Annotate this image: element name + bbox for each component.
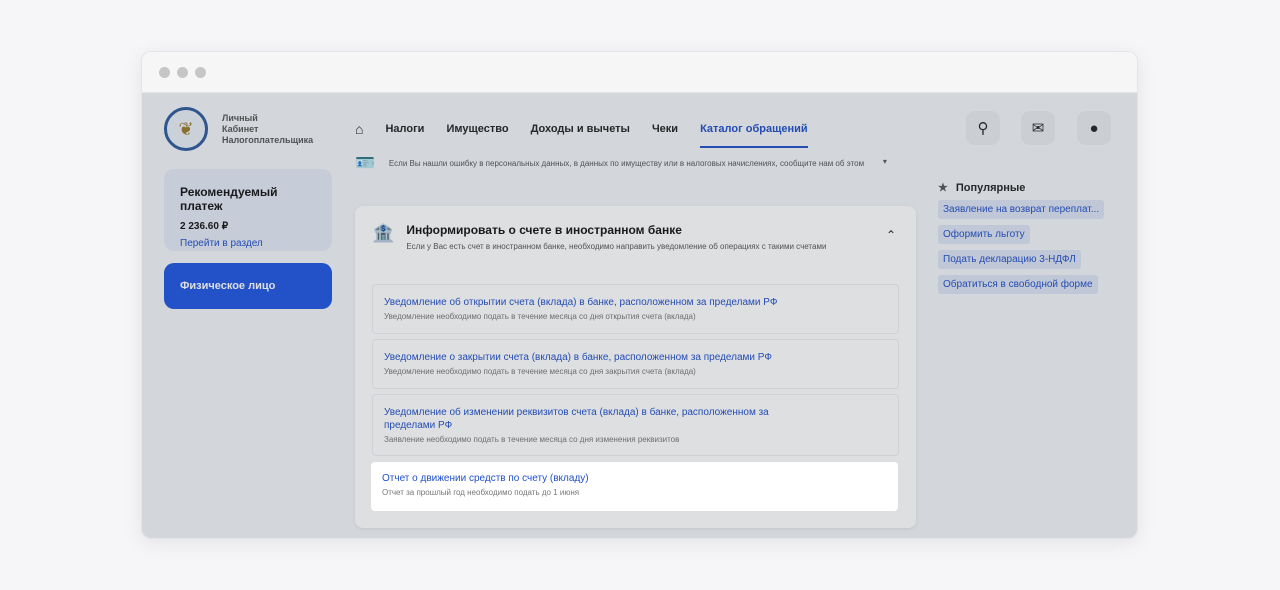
item-title: Отчет о движении средств по счету (вклад… — [382, 473, 589, 484]
highlighted-list-item[interactable]: Отчет о движении средств по счету (вклад… — [371, 462, 898, 511]
item-desc: Отчет за прошлый год необходимо подать д… — [382, 488, 580, 497]
window-maximize-dot[interactable] — [195, 66, 206, 78]
title-bar — [142, 52, 1137, 93]
window-close-dot[interactable] — [159, 66, 170, 78]
window-minimize-dot[interactable] — [177, 66, 188, 78]
